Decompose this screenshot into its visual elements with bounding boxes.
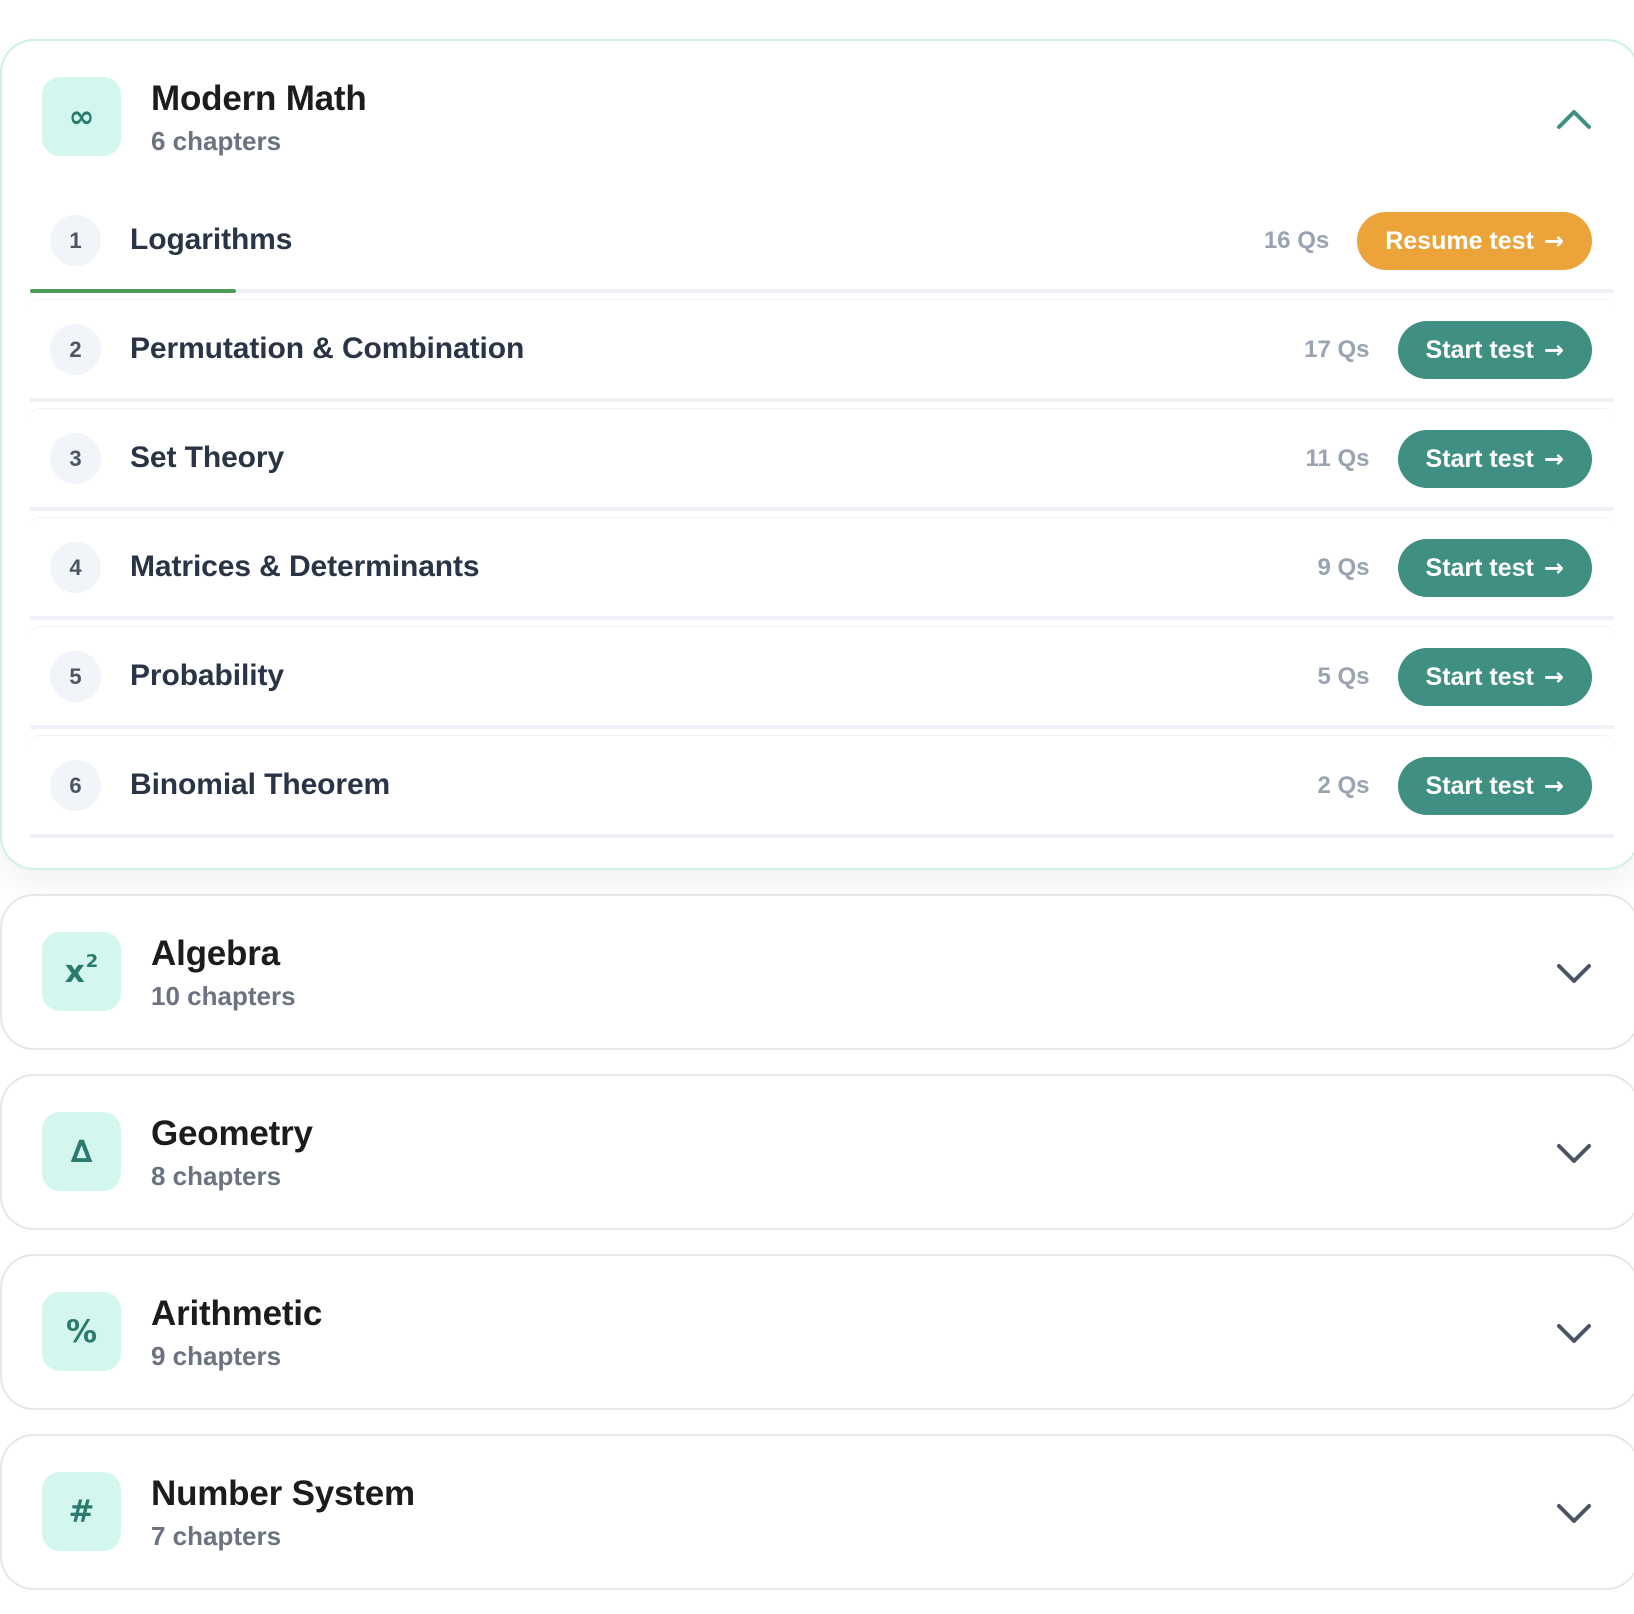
arrow-right-icon: →	[1543, 227, 1564, 255]
x-squared-icon: x2	[42, 932, 121, 1011]
question-count: 16 Qs	[1263, 227, 1330, 254]
chapter-name: Binomial Theorem	[130, 768, 391, 801]
start-test-button[interactable]: Start test →	[1397, 539, 1592, 597]
chapter-row-matrices-determinants: 4 Matrices & Determinants 9 Qs Start tes…	[30, 517, 1614, 620]
triangle-icon: ∆	[42, 1112, 121, 1191]
resume-test-button[interactable]: Resume test →	[1357, 212, 1592, 270]
percent-icon: %	[42, 1292, 121, 1371]
chapter-number: 1	[50, 215, 101, 266]
subject-header-number-system[interactable]: # Number System 7 chapters	[2, 1436, 1634, 1588]
question-count: 17 Qs	[1304, 336, 1370, 363]
chapter-name: Permutation & Combination	[130, 332, 525, 365]
arrow-right-icon: →	[1543, 336, 1564, 364]
chapter-number: 2	[50, 324, 101, 375]
subject-chapter-count: 9 chapters	[151, 1341, 282, 1371]
chapter-row-permutation-combination: 2 Permutation & Combination 17 Qs Start …	[30, 299, 1614, 402]
chevron-down-icon[interactable]	[1554, 954, 1594, 994]
subject-chapter-count: 8 chapters	[151, 1161, 282, 1191]
chapter-row-set-theory: 3 Set Theory 11 Qs Start test →	[30, 408, 1614, 511]
subject-title: Number System	[151, 1474, 415, 1513]
start-test-button[interactable]: Start test →	[1397, 757, 1592, 815]
subject-title: Arithmetic	[151, 1294, 323, 1333]
subject-title: Modern Math	[151, 79, 367, 118]
subject-card-algebra: x2 Algebra 10 chapters	[0, 894, 1634, 1050]
chapter-name: Logarithms	[130, 223, 293, 256]
subject-card-geometry: ∆ Geometry 8 chapters	[0, 1074, 1634, 1230]
chevron-down-icon[interactable]	[1554, 1134, 1594, 1174]
infinity-icon: ∞	[42, 77, 121, 156]
arrow-right-icon: →	[1543, 663, 1564, 691]
subject-list: ∞ Modern Math 6 chapters 1 Logarithms 16…	[0, 39, 1634, 1614]
subject-header-algebra[interactable]: x2 Algebra 10 chapters	[2, 896, 1634, 1048]
subject-card-modern-math: ∞ Modern Math 6 chapters 1 Logarithms 16…	[0, 39, 1634, 870]
question-count: 2 Qs	[1317, 772, 1370, 799]
question-count: 5 Qs	[1317, 663, 1370, 690]
chapter-name: Set Theory	[130, 441, 285, 474]
start-test-button[interactable]: Start test →	[1397, 321, 1592, 379]
chapter-progress-fill	[30, 289, 236, 293]
subject-card-number-system: # Number System 7 chapters	[0, 1434, 1634, 1590]
chevron-down-icon[interactable]	[1554, 1494, 1594, 1534]
hash-icon: #	[42, 1472, 121, 1551]
chapter-number: 3	[50, 433, 101, 484]
subject-chapter-count: 7 chapters	[151, 1521, 282, 1551]
chapter-name: Matrices & Determinants	[130, 550, 480, 583]
chapter-list: 1 Logarithms 16 Qs Resume test → 2 Permu…	[2, 191, 1634, 838]
chapter-row-binomial-theorem: 6 Binomial Theorem 2 Qs Start test →	[30, 735, 1614, 838]
arrow-right-icon: →	[1543, 772, 1564, 800]
question-count: 11 Qs	[1305, 445, 1370, 472]
subject-title: Algebra	[151, 934, 280, 973]
subject-chapter-count: 10 chapters	[151, 981, 296, 1011]
subject-card-arithmetic: % Arithmetic 9 chapters	[0, 1254, 1634, 1410]
chapter-row-probability: 5 Probability 5 Qs Start test →	[30, 626, 1614, 729]
subject-header-modern-math[interactable]: ∞ Modern Math 6 chapters	[2, 41, 1634, 191]
chapter-progress-bar	[30, 289, 1614, 293]
chevron-up-icon[interactable]	[1554, 99, 1594, 139]
arrow-right-icon: →	[1543, 554, 1564, 582]
chapter-row-logarithms: 1 Logarithms 16 Qs Resume test →	[30, 191, 1614, 293]
chapter-number: 6	[50, 760, 101, 811]
chevron-down-icon[interactable]	[1554, 1314, 1594, 1354]
subject-header-geometry[interactable]: ∆ Geometry 8 chapters	[2, 1076, 1634, 1228]
question-count: 9 Qs	[1317, 554, 1370, 581]
chapter-name: Probability	[130, 659, 284, 692]
subject-chapter-count: 6 chapters	[151, 126, 282, 156]
arrow-right-icon: →	[1543, 445, 1564, 473]
chapter-number: 5	[50, 651, 101, 702]
start-test-button[interactable]: Start test →	[1397, 648, 1592, 706]
subject-header-arithmetic[interactable]: % Arithmetic 9 chapters	[2, 1256, 1634, 1408]
start-test-button[interactable]: Start test →	[1397, 430, 1592, 488]
subject-title: Geometry	[151, 1114, 313, 1153]
chapter-number: 4	[50, 542, 101, 593]
